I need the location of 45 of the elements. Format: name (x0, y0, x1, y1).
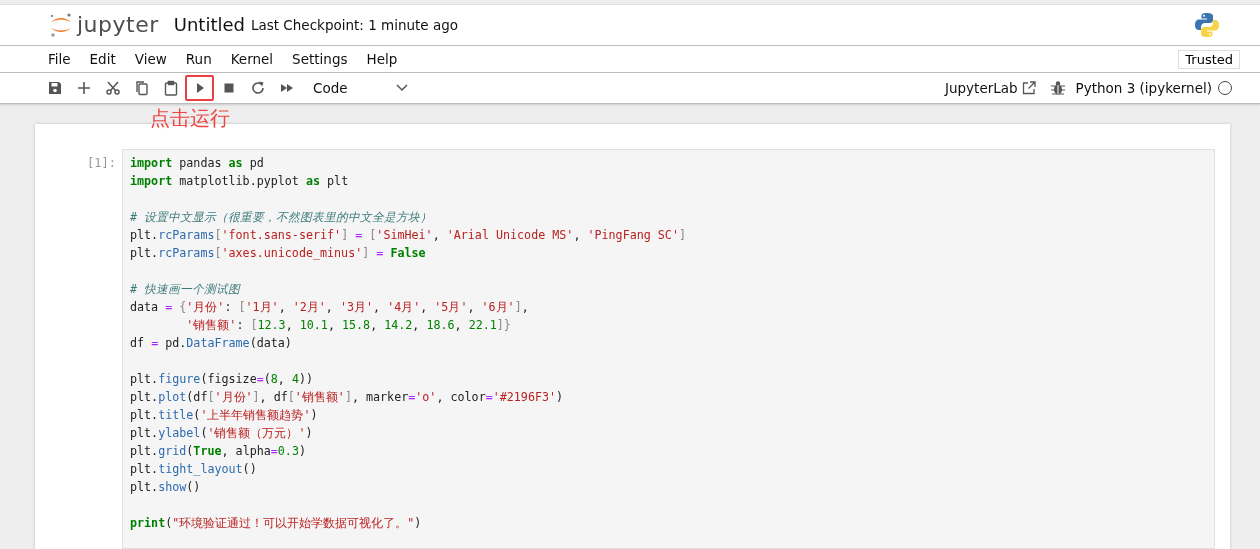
code-line: import pandas as pd (130, 155, 264, 172)
save-icon (46, 79, 63, 96)
menu-item[interactable]: Help (366, 50, 398, 67)
kernel-name[interactable]: Python 3 (ipykernel) (1075, 79, 1212, 96)
cell-type-dropdown[interactable]: Code (313, 79, 408, 96)
menu-item[interactable]: Edit (89, 50, 116, 67)
code-line: plt.show() (130, 479, 201, 496)
code-line: # 快速画一个测试图 (130, 281, 241, 298)
code-line: import matplotlib.pyplot as plt (130, 173, 349, 190)
menu-item[interactable]: View (134, 50, 167, 67)
code-line: plt.grid(True, alpha=0.3) (130, 443, 306, 460)
code-line: plt.ylabel('销售额（万元）') (130, 425, 313, 442)
code-line: df = pd.DataFrame(data) (130, 335, 292, 352)
bug-icon[interactable] (1049, 79, 1066, 96)
clipboard-icon (162, 79, 179, 96)
external-link-icon (1021, 80, 1036, 95)
code-line: plt.plot(df['月份'], df['销售额'], marker='o', color='#2196F3') (130, 389, 564, 406)
menu-item[interactable]: File (48, 50, 71, 67)
logo-text: jupyter (77, 12, 159, 38)
menu-item[interactable]: Run (185, 50, 212, 67)
code-line: plt.title('上半年销售额趋势') (130, 407, 318, 424)
code-line: plt.tight_layout() (130, 461, 257, 478)
trusted-button[interactable]: Trusted (1178, 50, 1240, 70)
restart-icon (249, 79, 266, 96)
python-logo-icon (1194, 11, 1220, 38)
code-line: plt.figure(figsize=(8, 4)) (130, 371, 314, 388)
code-line: plt.rcParams['font.sans-serif'] = ['SimHei', 'Arial Unicode MS', 'PingFang SC'] (130, 227, 686, 244)
execution-count: [1]: (87, 155, 117, 170)
code-line: data = {'月份': ['1月', '2月', '3月', '4月', '5月', '6月'], (130, 299, 529, 316)
copy-icon (133, 79, 150, 96)
checkpoint-status: Last Checkpoint: 1 minute ago (250, 16, 459, 33)
code-line: # 设置中文显示（很重要，不然图表里的中文全是方块） (130, 209, 433, 226)
plus-icon (75, 79, 92, 96)
annotation-label: 点击运行 (150, 105, 230, 131)
caret-icon (395, 83, 408, 92)
jupyterlab-link[interactable]: JupyterLab (945, 79, 1018, 96)
notebook-title[interactable]: Untitled (173, 14, 245, 36)
code-line: print("环境验证通过！可以开始学数据可视化了。") (130, 515, 422, 532)
highlighted-tool-button[interactable] (185, 74, 214, 101)
menu-item[interactable]: Settings (292, 50, 348, 67)
code-line: plt.rcParams['axes.unicode_minus'] = False (130, 245, 426, 262)
scissors-icon (104, 79, 121, 96)
code-line: '销售额': [12.3, 10.1, 15.8, 14.2, 18.6, 22.1]} (185, 317, 511, 334)
menu-item[interactable]: Kernel (230, 50, 274, 67)
jupyter-logo-icon (49, 11, 73, 38)
